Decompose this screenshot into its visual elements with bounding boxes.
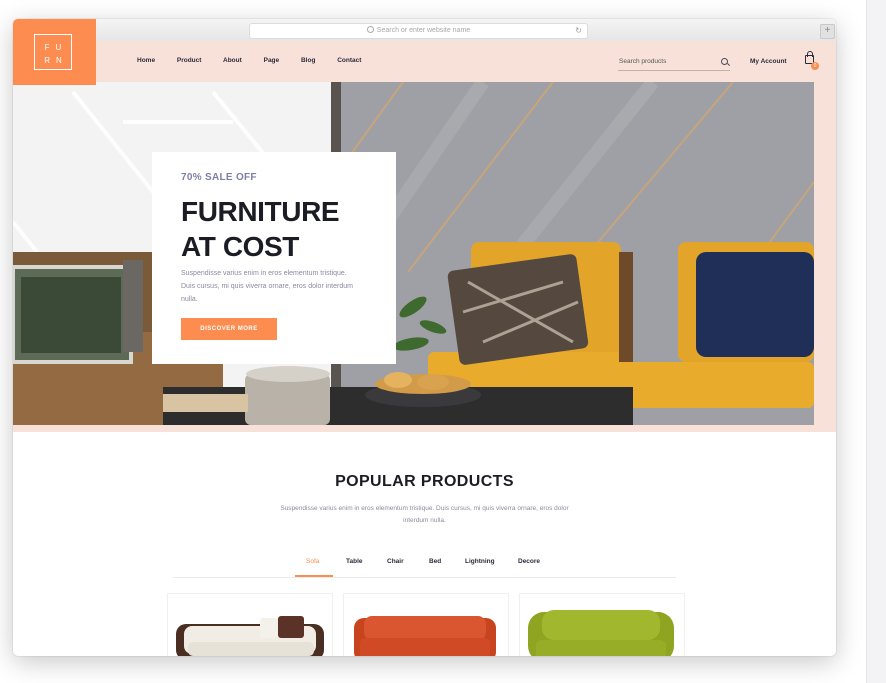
- address-bar[interactable]: Search or enter website name ↻: [249, 23, 588, 39]
- nav-about[interactable]: About: [223, 57, 242, 64]
- tab-bed[interactable]: Bed: [429, 558, 441, 565]
- active-tab-underline: [295, 575, 333, 577]
- cart-count-badge: 0: [811, 62, 819, 70]
- reload-icon[interactable]: ↻: [575, 24, 582, 38]
- nav-contact[interactable]: Contact: [337, 57, 361, 64]
- logo-mark: FU RN: [34, 34, 72, 70]
- new-tab-button[interactable]: +: [820, 24, 835, 39]
- hero-promo-card: 70% SALE OFF FURNITURE AT COST Suspendis…: [152, 152, 396, 364]
- logo-line-2: RN: [44, 56, 68, 65]
- nav-page[interactable]: Page: [264, 57, 280, 64]
- product-category-tabs: Sofa Table Chair Bed Lightning Decore: [173, 556, 676, 578]
- logo-line-1: FU: [44, 43, 68, 52]
- side-panel: [866, 0, 886, 683]
- product-card-orange-sofa[interactable]: [343, 593, 509, 656]
- white-sofa-image: [176, 616, 324, 656]
- site-header: Home Product About Page Blog Contact Sea…: [13, 41, 836, 82]
- browser-window: Search or enter website name ↻ + Home Pr…: [13, 19, 836, 656]
- browser-toolbar: Search or enter website name ↻ +: [13, 19, 836, 42]
- tab-chair[interactable]: Chair: [387, 558, 404, 565]
- popular-products-title: POPULAR PRODUCTS: [335, 473, 514, 490]
- product-card-green-sofa[interactable]: [519, 593, 685, 656]
- orange-sofa-image: [354, 616, 496, 656]
- tab-lightning[interactable]: Lightning: [465, 558, 495, 565]
- product-card-white-sofa[interactable]: [167, 593, 333, 656]
- search-input[interactable]: Search products: [619, 58, 666, 65]
- address-placeholder: Search or enter website name: [376, 27, 471, 34]
- hero-description: Suspendisse varius enim in eros elementu…: [181, 270, 353, 303]
- my-account-link[interactable]: My Account: [750, 58, 787, 65]
- tab-decore[interactable]: Decore: [518, 558, 540, 565]
- hero-title-line-1: FURNITURE: [181, 196, 340, 227]
- living-room-illustration: [13, 82, 814, 425]
- hero-title-line-2: AT COST: [181, 231, 300, 262]
- site-logo[interactable]: FU RN: [13, 19, 96, 85]
- popular-products-description: Suspendisse varius enim in eros elementu…: [280, 505, 569, 524]
- nav-blog[interactable]: Blog: [301, 57, 315, 64]
- hero-title: FURNITURE AT COST: [181, 194, 340, 264]
- product-search[interactable]: Search products: [618, 56, 730, 71]
- search-icon: [366, 26, 374, 33]
- tab-sofa[interactable]: Sofa: [306, 558, 319, 565]
- nav-product[interactable]: Product: [177, 57, 202, 64]
- tab-table[interactable]: Table: [346, 558, 363, 565]
- nav-home[interactable]: Home: [137, 57, 155, 64]
- discover-more-button[interactable]: DISCOVER MORE: [181, 318, 277, 340]
- hero-image: [13, 82, 814, 425]
- sale-label: 70% SALE OFF: [181, 172, 257, 183]
- green-sofa-image: [528, 610, 674, 656]
- main-nav: Home Product About Page Blog Contact: [137, 57, 381, 64]
- search-icon[interactable]: [721, 58, 728, 65]
